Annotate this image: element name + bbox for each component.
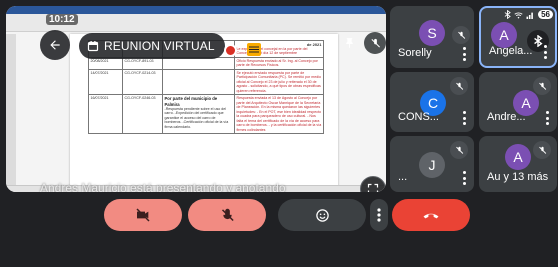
call-controls	[88, 199, 470, 231]
participant-tile-overflow[interactable]: A Au y 13 más	[479, 136, 557, 192]
avatar: J	[419, 152, 445, 178]
table-cell	[162, 68, 235, 96]
table-row: 14/07/2021 CG-OYCF-0214-03 Se ejecutó en…	[88, 68, 324, 96]
status-time: 10:12	[46, 14, 78, 25]
word-title-bar	[6, 6, 386, 14]
response-text: Se ejecutó enviado respuesta por parte d…	[236, 70, 322, 93]
signal-icon	[526, 12, 533, 19]
more-options-icon[interactable]	[461, 47, 467, 61]
phone-status-icons: 56	[504, 10, 553, 19]
mute-indicator	[450, 141, 468, 159]
table-cell: 20/08/2021	[88, 56, 123, 70]
participant-name: ...	[398, 171, 408, 183]
table-cell	[162, 56, 235, 70]
more-options-icon[interactable]	[461, 111, 467, 125]
presentation-tile[interactable]: de 2021 Le expresaron el concejal en la …	[6, 6, 386, 192]
battery-level: 56	[538, 10, 553, 19]
word-ruler	[6, 34, 16, 192]
bluetooth-icon	[504, 10, 511, 19]
participant-name: Au y 13 más	[487, 171, 549, 183]
mute-indicator	[450, 77, 468, 95]
annotation-icon[interactable]	[247, 43, 261, 56]
arrow-back-icon	[50, 40, 60, 50]
back-button[interactable]	[40, 30, 70, 60]
presenter-mute-indicator	[364, 32, 386, 54]
wifi-icon	[514, 11, 523, 18]
table-cell: CG-OYCF-0214-03	[122, 68, 163, 96]
mic-off-icon	[455, 146, 463, 154]
table-cell: Por parte del municipio de Palmira -Resp…	[162, 94, 235, 135]
table-cell: CG-OYCF-0246-03	[122, 94, 163, 135]
table-cell: 16/07/2021	[88, 94, 123, 135]
presenting-label: Andres Mauricio está presentando y anota…	[40, 181, 286, 192]
pin-icon	[345, 37, 353, 48]
response-text: Respuesta enviada el 13 de Agosto al Con…	[236, 96, 322, 132]
meeting-title: REUNION VIRTUAL	[104, 39, 215, 53]
avatar: S	[419, 20, 445, 46]
participant-name: Sorelly	[398, 47, 432, 59]
reactions-button[interactable]	[278, 199, 366, 231]
response-text: Oficio Respuesta enviado al Sr. Ing. al …	[236, 58, 318, 68]
table-cell: Se ejecutó enviado respuesta por parte d…	[234, 68, 324, 96]
more-options-icon[interactable]	[544, 111, 550, 125]
fullscreen-icon	[367, 183, 379, 192]
end-call-button[interactable]	[392, 199, 470, 231]
more-vert-icon	[377, 208, 381, 222]
meet-screen: de 2021 Le expresaron el concejal en la …	[0, 0, 558, 267]
participant-tile[interactable]: C CONS...	[390, 72, 474, 132]
table-cell: CG-OYCF-891-03	[122, 56, 163, 70]
participant-name: Angela...	[489, 45, 533, 57]
participant-name: Andre...	[487, 111, 526, 123]
participant-tile[interactable]: A Andre...	[479, 72, 557, 132]
table-cell: Oficio Respuesta enviado al Sr. Ing. al …	[234, 56, 324, 70]
camera-toggle-button[interactable]	[104, 199, 182, 231]
pin-button[interactable]	[338, 32, 360, 54]
avatar: A	[505, 144, 531, 170]
mute-indicator	[533, 141, 551, 159]
table-row: 16/07/2021 CG-OYCF-0246-03 Por parte del…	[88, 94, 324, 135]
call-end-icon	[423, 213, 439, 219]
table-cell: Respuesta enviada el 13 de Agosto al Con…	[234, 94, 324, 135]
participant-tile-selected[interactable]: A Angela... 56	[479, 6, 557, 68]
calendar-icon	[87, 41, 99, 52]
subject-text: -Respuesta pendiente sobre el uso del ca…	[164, 106, 229, 129]
more-options-icon[interactable]	[542, 45, 548, 59]
mic-off-icon	[370, 38, 380, 48]
participant-name: CONS...	[398, 111, 439, 123]
mic-off-icon	[538, 146, 546, 154]
recording-indicator-icon	[224, 44, 237, 57]
table-row: 20/08/2021 CG-OYCF-891-03 Oficio Respues…	[88, 56, 324, 70]
microphone-toggle-button[interactable]	[188, 199, 266, 231]
mic-off-icon	[221, 208, 234, 221]
camera-off-icon	[136, 208, 150, 222]
stripes-icon	[249, 46, 259, 53]
mute-indicator	[533, 77, 551, 95]
more-options-icon[interactable]	[461, 171, 467, 185]
subject-title: Por parte del municipio de Palmira	[164, 96, 218, 107]
mute-indicator	[452, 26, 470, 44]
table-cell: 14/07/2021	[88, 68, 123, 96]
participant-tile[interactable]: S Sorelly	[390, 6, 474, 68]
mic-off-icon	[538, 82, 546, 90]
emoji-icon	[315, 208, 329, 222]
participant-tile[interactable]: J ...	[390, 136, 474, 192]
mic-off-icon	[457, 31, 465, 39]
mic-off-icon	[455, 82, 463, 90]
more-options-button[interactable]	[370, 199, 388, 231]
meeting-title-pill[interactable]: REUNION VIRTUAL	[79, 33, 225, 59]
